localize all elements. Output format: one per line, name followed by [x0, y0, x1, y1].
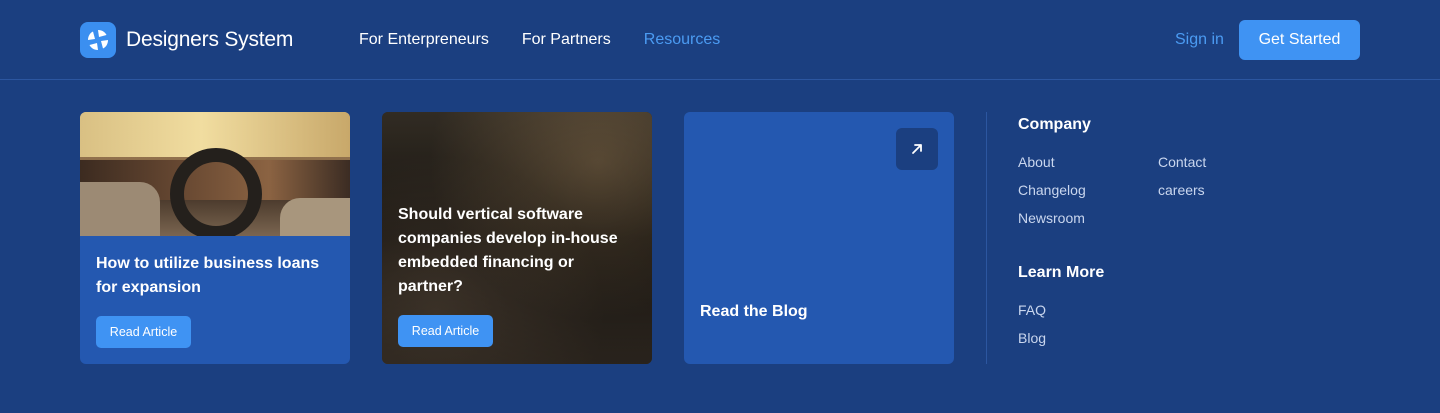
company-link-newsroom[interactable]: Newsroom [1018, 208, 1085, 228]
company-link-about[interactable]: About [1018, 152, 1055, 172]
read-article-button[interactable]: Read Article [96, 316, 191, 348]
article-card-embedded-financing[interactable]: Should vertical software companies devel… [382, 112, 652, 364]
aperture-logo-icon [80, 22, 116, 58]
read-the-blog-card[interactable]: Read the Blog [684, 112, 954, 364]
nav-item-resources[interactable]: Resources [644, 30, 720, 50]
read-the-blog-title: Read the Blog [700, 303, 808, 320]
vertical-divider [986, 112, 987, 364]
nav-item-for-partners[interactable]: For Partners [522, 30, 611, 50]
company-section-title: Company [1018, 116, 1091, 133]
get-started-button[interactable]: Get Started [1239, 20, 1360, 60]
company-link-careers[interactable]: careers [1158, 180, 1205, 200]
arrow-up-right-icon[interactable] [896, 128, 938, 170]
learn-more-link-blog[interactable]: Blog [1018, 328, 1046, 348]
company-link-contact[interactable]: Contact [1158, 152, 1206, 172]
brand-name: Designers System [126, 28, 294, 51]
learn-more-link-faq[interactable]: FAQ [1018, 300, 1046, 320]
article-card-business-loans[interactable]: How to utilize business loans for expans… [80, 112, 350, 364]
company-link-changelog[interactable]: Changelog [1018, 180, 1086, 200]
learn-more-section-title: Learn More [1018, 264, 1105, 281]
article-title: How to utilize business loans for expans… [96, 255, 320, 296]
sign-in-link[interactable]: Sign in [1175, 30, 1224, 50]
car-interior-image [80, 112, 350, 236]
article-title: Should vertical software companies devel… [398, 206, 618, 295]
nav-item-for-enterpreneurs[interactable]: For Enterpreneurs [359, 30, 489, 50]
read-article-button[interactable]: Read Article [398, 315, 493, 347]
brand-logo[interactable]: Designers System [80, 22, 293, 58]
main-nav: For Enterpreneurs For Partners Resources [359, 30, 720, 50]
top-navigation-bar: Designers System For Enterpreneurs For P… [0, 0, 1440, 80]
